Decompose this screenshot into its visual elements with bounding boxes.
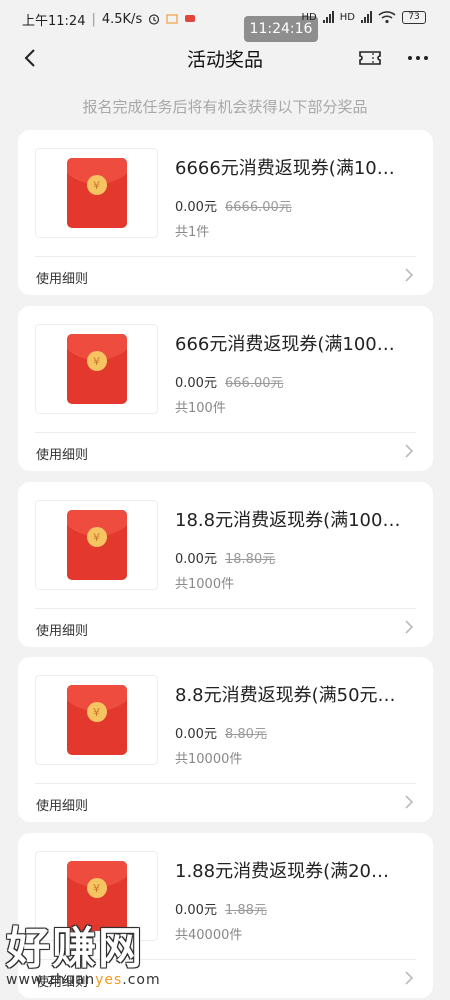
red-envelope-icon: ¥ [66, 158, 127, 228]
usage-rules-link[interactable]: 使用细则 [36, 795, 88, 814]
prize-price: 0.00元 [175, 552, 217, 567]
prize-thumbnail: ¥ [35, 851, 158, 941]
prize-name: 18.8元消费返现券(满100… [175, 510, 401, 531]
usage-rules-link[interactable]: 使用细则 [36, 620, 88, 639]
status-time: 上午11:24 [22, 13, 86, 29]
status-sep: | [91, 11, 96, 27]
prize-name: 8.8元消费返现券(满50元… [175, 685, 396, 706]
prize-name: 666元消费返现券(满100… [175, 334, 395, 355]
prize-original-price: 6666.00元 [225, 200, 292, 215]
status-bar: 上午11:24 | 4.5K/s 11:24:16 HD HD 73 [0, 0, 450, 42]
prize-card: ¥ 666元消费返现券(满100… 0.00元 666.00元 共100件 使用… [18, 306, 433, 471]
card-divider [35, 256, 416, 257]
card-divider [35, 432, 416, 433]
prize-thumbnail: ¥ [35, 324, 158, 414]
battery-icon: 73 [402, 10, 426, 24]
yuan-coin-icon: ¥ [86, 527, 107, 547]
red-envelope-icon: ¥ [66, 685, 127, 755]
hd-label-2: HD [339, 11, 355, 23]
prize-price: 0.00元 [175, 903, 217, 918]
status-speed: 4.5K/s [101, 11, 143, 27]
usage-rules-link[interactable]: 使用细则 [36, 971, 88, 990]
app-notify-icon [166, 14, 178, 24]
battery-level: 73 [408, 12, 420, 22]
hd-label-1: HD [301, 11, 317, 23]
wifi-icon [378, 11, 396, 24]
prize-price: 0.00元 [175, 376, 217, 391]
card-divider [35, 608, 416, 609]
red-envelope-icon: ¥ [66, 510, 127, 580]
yuan-coin-icon: ¥ [86, 351, 107, 371]
prize-original-price: 18.80元 [225, 552, 276, 567]
prize-card: ¥ 8.8元消费返现券(满50元… 0.00元 8.80元 共10000件 使用… [18, 657, 433, 822]
chevron-right-icon[interactable] [403, 618, 415, 636]
card-divider [35, 959, 416, 960]
more-icon[interactable] [406, 46, 430, 70]
chevron-right-icon[interactable] [403, 266, 415, 284]
signal-icon-1 [322, 11, 334, 23]
prize-thumbnail: ¥ [35, 500, 158, 590]
prize-quantity: 共10000件 [175, 752, 243, 767]
red-envelope-icon: ¥ [66, 861, 127, 931]
prize-price: 0.00元 [175, 727, 217, 742]
prize-thumbnail: ¥ [35, 675, 158, 765]
prize-original-price: 8.80元 [225, 727, 267, 742]
usage-rules-link[interactable]: 使用细则 [36, 444, 88, 463]
prize-quantity: 共100件 [175, 401, 226, 416]
prize-quantity: 共1件 [175, 225, 210, 240]
chevron-right-icon[interactable] [403, 442, 415, 460]
red-envelope-icon: ¥ [66, 334, 127, 404]
message-icon [185, 15, 196, 22]
prize-card: ¥ 6666元消费返现券(满10… 0.00元 6666.00元 共1件 使用细… [18, 130, 433, 295]
chevron-right-icon[interactable] [403, 969, 415, 987]
ticket-icon[interactable] [358, 48, 382, 68]
status-right: HD HD 73 [302, 10, 426, 24]
prize-original-price: 666.00元 [225, 376, 284, 391]
back-arrow-icon[interactable] [20, 44, 44, 72]
prize-quantity: 共40000件 [175, 928, 243, 943]
status-left: 上午11:24 | 4.5K/s [22, 10, 196, 29]
prize-name: 1.88元消费返现券(满20… [175, 861, 390, 882]
signal-icon-2 [361, 11, 372, 23]
card-divider [35, 783, 416, 784]
yuan-coin-icon: ¥ [86, 702, 107, 722]
prize-quantity: 共1000件 [175, 577, 235, 592]
yuan-coin-icon: ¥ [86, 878, 107, 898]
prize-name: 6666元消费返现券(满10… [175, 158, 395, 179]
page-title: 活动奖品 [186, 48, 263, 71]
prize-price: 0.00元 [175, 200, 217, 215]
prize-card: ¥ 1.88元消费返现券(满20… 0.00元 1.88元 共40000件 使用… [18, 833, 433, 998]
nav-header: 活动奖品 [0, 38, 450, 78]
chevron-right-icon[interactable] [403, 793, 415, 811]
prize-subtitle: 报名完成任务后将有机会获得以下部分奖品 [82, 98, 368, 116]
prize-thumbnail: ¥ [35, 148, 158, 238]
alarm-icon [149, 14, 160, 25]
usage-rules-link[interactable]: 使用细则 [36, 268, 88, 287]
prize-original-price: 1.88元 [225, 903, 267, 918]
yuan-coin-icon: ¥ [86, 175, 107, 195]
prize-card: ¥ 18.8元消费返现券(满100… 0.00元 18.80元 共1000件 使… [18, 482, 433, 647]
